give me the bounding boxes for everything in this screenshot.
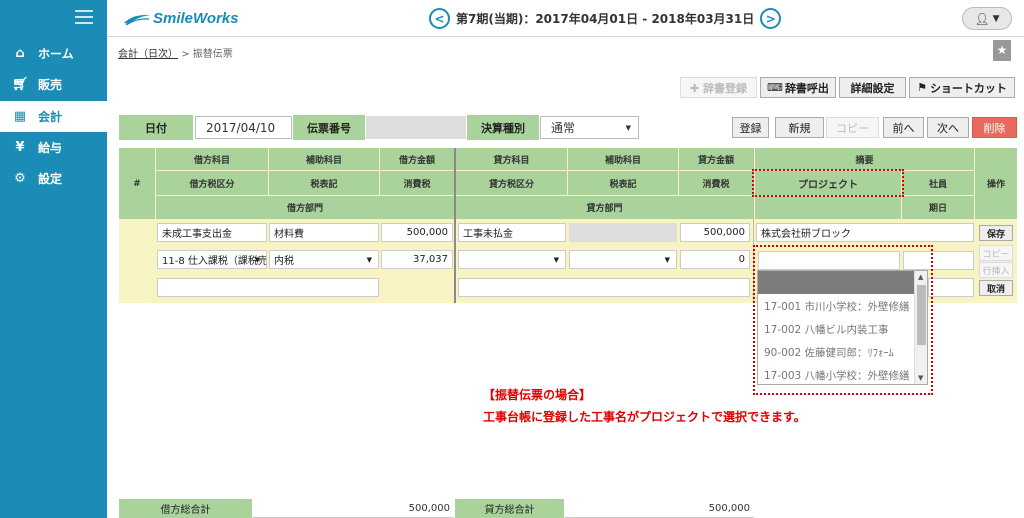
chevron-down-icon: ▼ xyxy=(992,13,1000,24)
dropdown-arrow-icon: ▼ xyxy=(553,255,559,264)
copy-button[interactable]: コピー xyxy=(826,117,879,138)
settlement-type-select[interactable]: 通常 ▼ xyxy=(540,116,639,139)
date-label: 日付 xyxy=(119,115,193,140)
gear-icon: ⚙ xyxy=(14,171,26,186)
debit-tax-header: 消費税 xyxy=(380,171,454,195)
dropdown-arrow-icon: ▼ xyxy=(625,123,631,132)
sidebar-item-home[interactable]: ⌂ ホーム xyxy=(0,38,107,69)
dict-register-button[interactable]: ✚ 辞書登録 xyxy=(680,77,757,98)
logo-swoosh-icon xyxy=(124,14,150,26)
credit-amount-input[interactable]: 500,000 xyxy=(680,223,750,242)
register-button[interactable]: 登録 xyxy=(732,117,769,138)
credit-tax-input[interactable]: 0 xyxy=(680,250,750,269)
sidebar-item-accounting[interactable]: ▦ 会計 xyxy=(0,101,107,132)
dropdown-arrow-icon: ▼ xyxy=(254,255,260,264)
summary-header: 摘要 xyxy=(755,148,974,170)
employee-header: 社員 xyxy=(902,171,974,195)
settlement-type-label: 決算種別 xyxy=(467,115,539,140)
calculator-icon: ▦ xyxy=(13,109,27,124)
keyboard-icon: ⌨ xyxy=(767,81,783,94)
debit-account-input[interactable]: 未成工事支出金 xyxy=(157,223,267,242)
prev-period-icon[interactable]: < xyxy=(429,8,450,29)
credit-total-value: 500,000 xyxy=(565,499,754,518)
new-button[interactable]: 新規 xyxy=(775,117,824,138)
favorite-star-icon[interactable]: ★ xyxy=(993,40,1011,61)
debit-tax-class-select[interactable]: 11-8 仕入課税（課税売 ▼ xyxy=(157,250,267,269)
breadcrumb: 会計（日次） > 振替伝票 xyxy=(118,49,233,60)
credit-tax-note-header: 税表記 xyxy=(568,171,678,195)
debit-amount-input[interactable]: 500,000 xyxy=(381,223,453,242)
flag-icon: ⚑ xyxy=(917,81,927,94)
next-period-icon[interactable]: > xyxy=(760,8,782,29)
project-header-highlight xyxy=(752,169,904,197)
due-date-input[interactable] xyxy=(928,278,974,297)
credit-tax-note-select[interactable]: ▼ xyxy=(569,250,677,269)
top-bar: SmileWorks < 第7期(当期)：2017年04月01日 - 2018年… xyxy=(107,0,1024,37)
breadcrumb-current: 振替伝票 xyxy=(192,49,233,60)
debit-tax-note-select[interactable]: 内税 ▼ xyxy=(269,250,379,269)
annotation-title: 【振替伝票の場合】 xyxy=(483,388,592,402)
date-input[interactable]: 2017/04/10 xyxy=(195,116,292,139)
breadcrumb-link[interactable]: 会計（日次） xyxy=(118,49,178,60)
due-date-header: 期日 xyxy=(902,196,974,219)
sidebar-item-payroll[interactable]: ¥ 給与 xyxy=(0,132,107,163)
debit-amount-header: 借方金額 xyxy=(380,148,454,170)
operations-header: 操作 xyxy=(975,148,1017,219)
credit-sub-header: 補助科目 xyxy=(568,148,678,170)
row-number-header: # xyxy=(119,148,155,219)
row-insert-button[interactable]: 行挿入 xyxy=(979,262,1013,278)
detail-settings-button[interactable]: 詳細設定 xyxy=(839,77,906,98)
credit-tax-header: 消費税 xyxy=(679,171,753,195)
debit-total-label: 借方総合計 xyxy=(119,499,252,518)
credit-sub-input xyxy=(569,223,677,242)
row-cancel-button[interactable]: 取消 xyxy=(979,280,1013,296)
period-selector: < 第7期(当期)：2017年04月01日 - 2018年03月31日 > xyxy=(429,8,782,29)
delete-button[interactable]: 削除 xyxy=(972,117,1017,138)
credit-total-label: 貸方総合計 xyxy=(455,499,564,518)
debit-dept-header: 借方部門 xyxy=(156,196,454,219)
column-divider xyxy=(454,148,456,303)
sidebar: ⌂ ホーム 🛒︎ 販売 ▦ 会計 ¥ 給与 ⚙ 設定 xyxy=(0,0,107,518)
summary-blank-header xyxy=(755,196,901,219)
debit-sub-input[interactable]: 材料費 xyxy=(269,223,379,242)
credit-tax-class-header: 貸方税区分 xyxy=(456,171,567,195)
debit-total-value: 500,000 xyxy=(253,499,454,518)
summary-input[interactable]: 株式会社研ブロック xyxy=(756,223,974,242)
sidebar-item-sales[interactable]: 🛒︎ 販売 xyxy=(0,69,107,100)
totals-row: 借方総合計 500,000 貸方総合計 500,000 xyxy=(119,499,754,518)
prev-button[interactable]: 前へ xyxy=(883,117,924,138)
money-bag-icon: ¥ xyxy=(15,140,25,155)
credit-account-input[interactable]: 工事未払金 xyxy=(458,223,566,242)
row-copy-button[interactable]: コピー xyxy=(979,245,1013,261)
user-icon: 👤︎ xyxy=(974,11,990,26)
slip-number-label: 伝票番号 xyxy=(293,115,365,140)
credit-dept-input[interactable] xyxy=(458,278,750,297)
credit-account-header: 貸方科目 xyxy=(456,148,567,170)
dropdown-arrow-icon: ▼ xyxy=(664,255,670,264)
debit-tax-note-header: 税表記 xyxy=(269,171,379,195)
menu-icon[interactable] xyxy=(75,10,93,28)
debit-tax-input[interactable]: 37,037 xyxy=(381,250,453,269)
next-button[interactable]: 次へ xyxy=(927,117,969,138)
debit-sub-header: 補助科目 xyxy=(269,148,379,170)
dropdown-arrow-icon: ▼ xyxy=(366,255,372,264)
dict-call-button[interactable]: ⌨ 辞書呼出 xyxy=(760,77,836,98)
debit-tax-class-header: 借方税区分 xyxy=(156,171,268,195)
debit-dept-input[interactable] xyxy=(157,278,379,297)
credit-amount-header: 貸方金額 xyxy=(679,148,753,170)
sidebar-item-settings[interactable]: ⚙ 設定 xyxy=(0,163,107,194)
annotation-text: 工事台帳に登録した工事名がプロジェクトで選択できます。 xyxy=(483,410,806,424)
cart-icon: 🛒︎ xyxy=(12,77,29,92)
row-save-button[interactable]: 保存 xyxy=(979,225,1013,241)
shortcut-button[interactable]: ⚑ ショートカット xyxy=(909,77,1015,98)
debit-account-header: 借方科目 xyxy=(156,148,268,170)
user-menu-button[interactable]: 👤︎ ▼ xyxy=(962,7,1012,30)
period-text: 第7期(当期)：2017年04月01日 - 2018年03月31日 xyxy=(456,12,755,26)
dropdown-highlight xyxy=(753,245,933,395)
logo: SmileWorks xyxy=(123,10,239,27)
home-icon: ⌂ xyxy=(15,46,25,61)
credit-dept-header: 貸方部門 xyxy=(456,196,753,219)
credit-tax-class-select[interactable]: ▼ xyxy=(458,250,566,269)
slip-number-field xyxy=(366,116,466,139)
